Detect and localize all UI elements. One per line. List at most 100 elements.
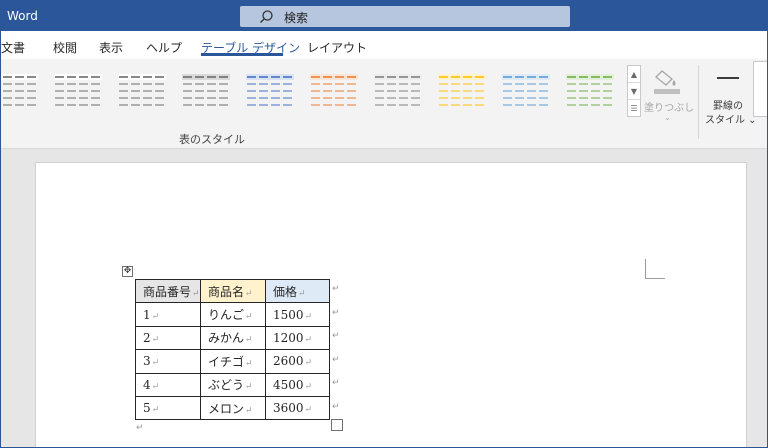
chevron-down-icon: ⌄ [664,113,671,122]
table-cell[interactable]: 1↵ [135,302,201,327]
document-page[interactable]: ✥ 商品番号↵ 商品名↵ 価格↵ 1↵ りんご↵ 1500↵ 2↵ みかん↵ 1… [35,162,747,447]
table-style-thumbnail[interactable] [437,71,487,109]
table-style-preview-icon [1,74,38,106]
gallery-down-icon[interactable]: ▼ [628,83,640,100]
cell-text: ぶどう [208,378,245,393]
cell-text: りんご [208,308,245,323]
row-end-mark: ↵ [332,308,340,318]
table-style-thumbnail[interactable] [565,71,615,109]
paragraph-mark: ↵ [304,381,313,392]
table-cell[interactable]: 4↵ [135,372,201,397]
paragraph-mark: ↵ [304,334,313,345]
header-cell[interactable]: 商品名↵ [200,278,266,304]
table-cell[interactable]: 5↵ [135,395,201,421]
paragraph-mark: ↵ [192,288,200,299]
margin-corner-mark [645,259,665,279]
tab-view[interactable]: 表示 [99,39,123,56]
paragraph-mark: ↵ [136,423,144,433]
table-style-thumbnail[interactable] [181,71,231,109]
header-product-name: 商品名 [208,284,245,299]
search-icon [258,9,274,25]
header-price: 価格 [273,284,298,299]
table-cell[interactable]: 2↵ [135,325,201,351]
cell-text: みかん [208,331,245,346]
title-bar: Word 検索 [1,1,767,31]
product-table[interactable]: 商品番号↵ 商品名↵ 価格↵ 1↵ りんご↵ 1500↵ 2↵ みかん↵ 120… [135,278,330,421]
tab-document[interactable]: 文書 [1,39,25,56]
cell-text: 4500 [273,377,304,392]
border-styles-label-1: 罫線の [713,101,743,112]
paragraph-mark: ↵ [151,381,160,392]
paragraph-mark: ↵ [245,312,253,323]
table-cell[interactable]: 3↵ [135,349,201,374]
table-row: 1↵ りんご↵ 1500↵ [135,302,330,327]
table-row: 4↵ ぶどう↵ 4500↵ [135,372,330,397]
styles-group-label: 表のスタイル [179,133,245,146]
table-cell[interactable]: りんご↵ [200,302,266,327]
border-styles-button[interactable]: 罫線の スタイル ⌄ [701,63,757,126]
pen-weight-box[interactable] [753,61,767,117]
table-row: 3↵ イチゴ↵ 2600↵ [135,349,330,374]
table-row: 5↵ メロン↵ 3600↵ [135,395,330,421]
table-style-preview-icon [438,74,486,106]
table-style-thumbnail[interactable] [373,71,423,109]
row-end-mark: ↵ [332,331,340,341]
active-tab-indicator [201,53,283,56]
table-styles-gallery [1,69,627,113]
table-style-thumbnail[interactable] [53,71,103,109]
table-cell[interactable]: 1200↵ [265,325,330,351]
table-cell[interactable]: みかん↵ [200,325,266,351]
paragraph-mark: ↵ [304,405,313,416]
table-style-thumbnail[interactable] [309,71,359,109]
table-cell[interactable]: 3600↵ [265,395,330,421]
header-product-number: 商品番号 [143,284,192,299]
table-cell[interactable]: 2600↵ [265,349,330,374]
table-style-preview-icon [118,74,166,106]
ribbon-separator [698,65,699,139]
table-move-icon[interactable]: ✥ [122,266,133,277]
cell-text: 2600 [273,354,304,369]
paragraph-mark: ↵ [245,335,253,346]
row-end-mark: ↵ [332,355,340,365]
table-style-thumbnail[interactable] [1,71,39,109]
gallery-more-icon[interactable]: ☰ [628,100,640,117]
table-resize-handle[interactable] [331,419,343,431]
table-style-preview-icon [566,74,614,106]
paragraph-mark: ↵ [245,358,253,369]
paragraph-mark: ↵ [151,311,160,322]
tab-help[interactable]: ヘルプ [146,39,182,56]
gallery-up-icon[interactable]: ▲ [628,66,640,83]
app-name: Word [7,9,38,23]
header-cell[interactable]: 価格↵ [265,278,330,304]
header-cell[interactable]: 商品番号↵ [135,278,201,304]
table-style-thumbnail[interactable] [245,71,295,109]
table-cell[interactable]: イチゴ↵ [200,349,266,374]
row-end-mark: ↵ [332,284,340,294]
table-style-preview-icon [502,74,550,106]
cell-text: 1500 [273,307,304,322]
table-cell[interactable]: 4500↵ [265,372,330,397]
table-header-row: 商品番号↵ 商品名↵ 価格↵ [135,278,330,304]
tab-review[interactable]: 校閲 [53,39,77,56]
gallery-scroll: ▲ ▼ ☰ [627,65,641,117]
cell-text: メロン [208,401,245,416]
ribbon: ▲ ▼ ☰ 表のスタイル 塗りつぶし ⌄ 罫線の スタイル ⌄ [1,59,767,149]
table-cell[interactable]: ぶどう↵ [200,372,266,397]
table-style-thumbnail[interactable] [501,71,551,109]
paragraph-mark: ↵ [245,288,253,299]
paragraph-mark: ↵ [298,288,306,299]
cell-text: イチゴ [208,354,245,369]
shading-button[interactable]: 塗りつぶし ⌄ [642,63,694,123]
table-style-preview-icon [374,74,422,106]
paragraph-mark: ↵ [304,311,313,322]
paragraph-mark: ↵ [245,382,253,393]
search-box[interactable]: 検索 [240,6,570,27]
table-row: 2↵ みかん↵ 1200↵ [135,325,330,351]
paragraph-mark: ↵ [245,405,253,416]
tab-layout[interactable]: レイアウト [307,39,367,56]
cell-text: 2 [143,330,151,345]
table-cell[interactable]: 1500↵ [265,302,330,327]
table-cell[interactable]: メロン↵ [200,395,266,421]
table-style-thumbnail[interactable] [117,71,167,109]
table-style-preview-icon [246,74,294,106]
